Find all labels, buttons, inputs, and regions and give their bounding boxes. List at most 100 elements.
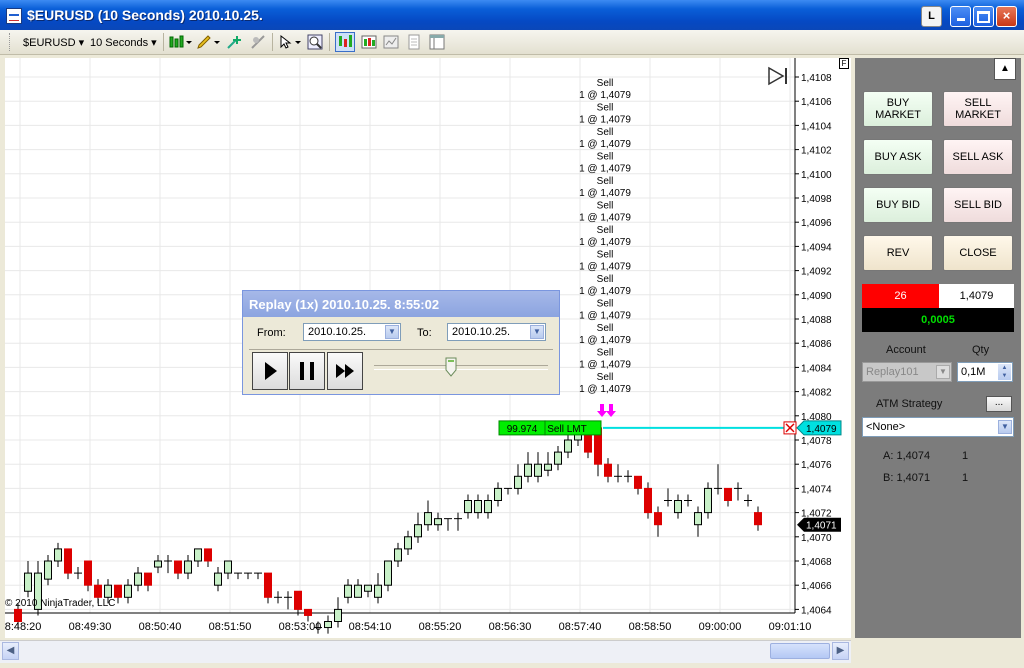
candle-down: [604, 463, 612, 477]
close-window-button[interactable]: ×: [996, 6, 1017, 27]
candle-up: [544, 463, 552, 471]
panel-layout-icon[interactable]: [429, 34, 445, 50]
quantity-stepper[interactable]: 0,1M ▲ ▼: [957, 362, 1013, 382]
buy-bid-button[interactable]: BUY BID: [863, 187, 933, 223]
chevron-right-icon: ▶: [836, 645, 845, 656]
chart-app-icon[interactable]: [6, 8, 22, 24]
time-tick-label: 08:53:00: [279, 621, 322, 633]
price-tick-label: 1,4090: [801, 291, 832, 302]
instrument-selector[interactable]: $EURUSD ▾: [23, 36, 84, 49]
fast-forward-button[interactable]: [327, 352, 363, 390]
trade-marker-fill: 1 @ 1,4079: [579, 335, 631, 346]
to-date-select[interactable]: 2010.10.25. ▼: [447, 323, 546, 341]
price-tick-label: 1,4096: [801, 218, 832, 229]
close-position-button[interactable]: CLOSE: [943, 235, 1013, 271]
atm-strategy-select[interactable]: <None> ▼: [862, 417, 1014, 437]
candle-up: [674, 500, 682, 514]
chart-trader-icon[interactable]: [335, 32, 355, 52]
order-quantity-label: 99.974: [507, 424, 538, 435]
bar-type-icon[interactable]: [168, 34, 192, 50]
trade-marker-fill: 1 @ 1,4079: [579, 90, 631, 101]
reverse-button[interactable]: REV: [863, 235, 933, 271]
candle-up: [124, 584, 132, 598]
candle-up: [24, 572, 32, 592]
from-date-select[interactable]: 2010.10.25. ▼: [303, 323, 401, 341]
collapse-panel-button[interactable]: ▲: [994, 58, 1016, 80]
replay-divider: [249, 349, 553, 350]
price-tick-label: 1,4082: [801, 388, 832, 399]
candle-up: [364, 584, 372, 592]
add-indicator-icon[interactable]: [226, 34, 246, 50]
data-box-icon[interactable]: [361, 34, 377, 50]
account-value: Replay101: [866, 366, 919, 378]
maximize-button[interactable]: [973, 6, 994, 27]
scroll-right-button[interactable]: ▶: [832, 642, 849, 660]
price-tick-label: 1,4066: [801, 581, 832, 592]
chevron-down-icon: ▾: [78, 37, 85, 49]
f-box[interactable]: F: [839, 58, 849, 69]
pause-button[interactable]: [289, 352, 325, 390]
trade-marker-fill: 1 @ 1,4079: [579, 139, 631, 150]
trade-marker-sell: Sell: [597, 348, 614, 359]
candle-down: [654, 512, 662, 526]
sell-ask-button[interactable]: SELL ASK: [943, 139, 1013, 175]
candle-up: [324, 621, 332, 629]
price-tick-label: 1,4098: [801, 194, 832, 205]
replay-speed-thumb[interactable]: [445, 357, 457, 377]
candle-down: [94, 584, 102, 598]
trade-marker-sell: Sell: [597, 372, 614, 383]
sell-bid-button[interactable]: SELL BID: [943, 187, 1013, 223]
chevron-left-icon: ◀: [6, 645, 15, 656]
buy-ask-button[interactable]: BUY ASK: [863, 139, 933, 175]
copyright-text: © 2010 NinjaTrader, LLC: [5, 598, 116, 609]
trade-marker-sell: Sell: [597, 250, 614, 261]
cursor-pointer-icon[interactable]: [278, 34, 302, 50]
chart-properties-icon[interactable]: [383, 34, 399, 50]
to-date-value: 2010.10.25.: [452, 326, 511, 338]
zoom-icon[interactable]: [307, 34, 323, 50]
candle-up: [694, 512, 702, 526]
scroll-to-end-icon[interactable]: [766, 66, 790, 86]
play-button[interactable]: [252, 352, 288, 390]
pause-icon: [300, 362, 314, 380]
pencil-drawing-icon[interactable]: [196, 34, 220, 50]
trade-marker-sell: Sell: [597, 176, 614, 187]
link-l-button[interactable]: L: [921, 6, 942, 27]
instrument-label: $EURUSD: [23, 37, 76, 49]
minimize-button[interactable]: [950, 6, 971, 27]
price-tick-label: 1,4104: [801, 121, 832, 132]
qty-label: Qty: [972, 344, 990, 356]
position-avg-price: 1,4079: [939, 284, 1014, 308]
window-title: $EURUSD (10 Seconds) 2010.10.25.: [27, 7, 263, 23]
strategy-icon[interactable]: [250, 34, 268, 50]
replay-title-bar[interactable]: Replay (1x) 2010.10.25. 8:55:02: [243, 291, 559, 317]
time-tick-label: 08:55:20: [419, 621, 462, 633]
scroll-left-button[interactable]: ◀: [2, 642, 19, 660]
fast-forward-icon: [336, 364, 354, 378]
snapshot-icon[interactable]: [406, 34, 422, 50]
time-tick-label: 09:01:10: [769, 621, 812, 633]
candle-down: [114, 584, 122, 598]
account-select[interactable]: Replay101 ▼: [862, 362, 952, 382]
scrollbar-thumb[interactable]: [770, 643, 830, 659]
candle-up: [404, 536, 412, 550]
chevron-down-icon: ▼: [385, 325, 399, 339]
horizontal-scrollbar[interactable]: [0, 640, 851, 663]
candle-up: [374, 584, 382, 598]
candle-down: [14, 608, 22, 623]
time-tick-label: 08:48:20: [5, 621, 41, 633]
stepper-arrows-icon[interactable]: ▲ ▼: [998, 364, 1011, 380]
candle-up: [384, 560, 392, 586]
trade-marker-fill: 1 @ 1,4079: [579, 286, 631, 297]
candle-up: [424, 512, 432, 526]
price-tick-label: 1,4094: [801, 242, 832, 253]
candle-down: [174, 560, 182, 574]
replay-speed-track[interactable]: [374, 365, 548, 370]
candle-up: [354, 584, 362, 598]
sell-market-button[interactable]: SELL MARKET: [943, 91, 1013, 127]
candle-up: [154, 560, 162, 568]
buy-market-button[interactable]: BUY MARKET: [863, 91, 933, 127]
atm-properties-button[interactable]: ...: [986, 396, 1012, 412]
interval-selector[interactable]: 10 Seconds ▾: [90, 36, 157, 49]
position-quantity: 26: [862, 284, 939, 308]
